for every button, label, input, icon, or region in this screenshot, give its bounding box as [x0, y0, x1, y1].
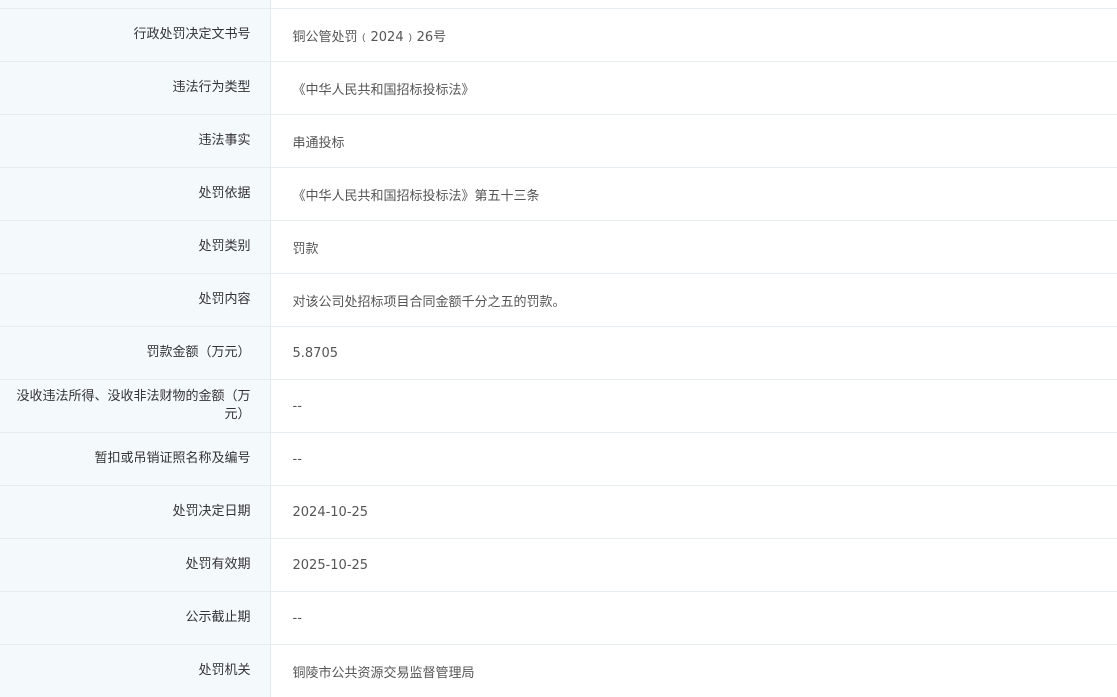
row-value-penalty-content: 对该公司处招标项目合同金额千分之五的罚款。 [270, 274, 1117, 327]
row-value-decision-date: 2024-10-25 [270, 486, 1117, 539]
table-row: 违法事实 串通投标 [0, 115, 1117, 168]
table-row: 暂扣或吊销证照名称及编号 -- [0, 433, 1117, 486]
row-value-license-suspension: -- [270, 433, 1117, 486]
row-value-violation-type: 《中华人民共和国招标投标法》 [270, 62, 1117, 115]
value-cell-stub [270, 0, 1117, 9]
table-row: 没收违法所得、没收非法财物的金额（万元） -- [0, 380, 1117, 433]
row-label-publicity-deadline: 公示截止期 [185, 609, 250, 627]
table-row: 处罚内容 对该公司处招标项目合同金额千分之五的罚款。 [0, 274, 1117, 327]
row-value-penalty-basis: 《中华人民共和国招标投标法》第五十三条 [270, 168, 1117, 221]
row-label-cell: 处罚决定日期 [0, 486, 270, 539]
penalty-detail-table: 行政处罚决定文书号 铜公管处罚﹙2024﹚26号 违法行为类型 《中华人民共和国… [0, 0, 1117, 697]
row-value-penalty-category: 罚款 [270, 221, 1117, 274]
row-label-cell: 处罚内容 [0, 274, 270, 327]
table-row: 违法行为类型 《中华人民共和国招标投标法》 [0, 62, 1117, 115]
table-row: 罚款金额（万元） 5.8705 [0, 327, 1117, 380]
row-label-penalty-authority: 处罚机关 [198, 662, 250, 680]
row-label-fine-amount: 罚款金额（万元） [146, 344, 250, 362]
row-label-cell: 处罚有效期 [0, 539, 270, 592]
row-label-confiscation-amount: 没收违法所得、没收非法财物的金额（万元） [15, 388, 251, 424]
table-row-top-stub [0, 0, 1117, 9]
row-label-penalty-content: 处罚内容 [198, 291, 250, 309]
table-row: 公示截止期 -- [0, 592, 1117, 645]
row-label-violation-type: 违法行为类型 [172, 79, 250, 97]
row-label-penalty-category: 处罚类别 [198, 238, 250, 256]
label-cell-stub [0, 0, 270, 9]
table-row: 处罚有效期 2025-10-25 [0, 539, 1117, 592]
row-label-validity-period: 处罚有效期 [185, 556, 250, 574]
row-label-cell: 罚款金额（万元） [0, 327, 270, 380]
row-label-cell: 暂扣或吊销证照名称及编号 [0, 433, 270, 486]
row-label-cell: 违法事实 [0, 115, 270, 168]
table-row: 处罚决定日期 2024-10-25 [0, 486, 1117, 539]
row-label-license-suspension: 暂扣或吊销证照名称及编号 [94, 450, 250, 468]
table-row: 行政处罚决定文书号 铜公管处罚﹙2024﹚26号 [0, 9, 1117, 62]
row-label-cell: 处罚依据 [0, 168, 270, 221]
row-value-confiscation-amount: -- [270, 380, 1117, 433]
row-value-violation-facts: 串通投标 [270, 115, 1117, 168]
row-label-decision-date: 处罚决定日期 [172, 503, 250, 521]
row-value-fine-amount: 5.8705 [270, 327, 1117, 380]
row-label-decision-number: 行政处罚决定文书号 [133, 26, 250, 44]
row-label-cell: 行政处罚决定文书号 [0, 9, 270, 62]
row-value-decision-number: 铜公管处罚﹙2024﹚26号 [270, 9, 1117, 62]
row-label-cell: 没收违法所得、没收非法财物的金额（万元） [0, 380, 270, 433]
row-value-penalty-authority: 铜陵市公共资源交易监督管理局 [270, 645, 1117, 697]
row-label-cell: 公示截止期 [0, 592, 270, 645]
row-label-cell: 违法行为类型 [0, 62, 270, 115]
row-label-cell: 处罚类别 [0, 221, 270, 274]
row-label-violation-facts: 违法事实 [198, 132, 250, 150]
row-label-cell: 处罚机关 [0, 645, 270, 697]
table-row: 处罚类别 罚款 [0, 221, 1117, 274]
row-value-validity-period: 2025-10-25 [270, 539, 1117, 592]
table-row: 处罚依据 《中华人民共和国招标投标法》第五十三条 [0, 168, 1117, 221]
table-row: 处罚机关 铜陵市公共资源交易监督管理局 [0, 645, 1117, 697]
row-label-penalty-basis: 处罚依据 [198, 185, 250, 203]
row-value-publicity-deadline: -- [270, 592, 1117, 645]
